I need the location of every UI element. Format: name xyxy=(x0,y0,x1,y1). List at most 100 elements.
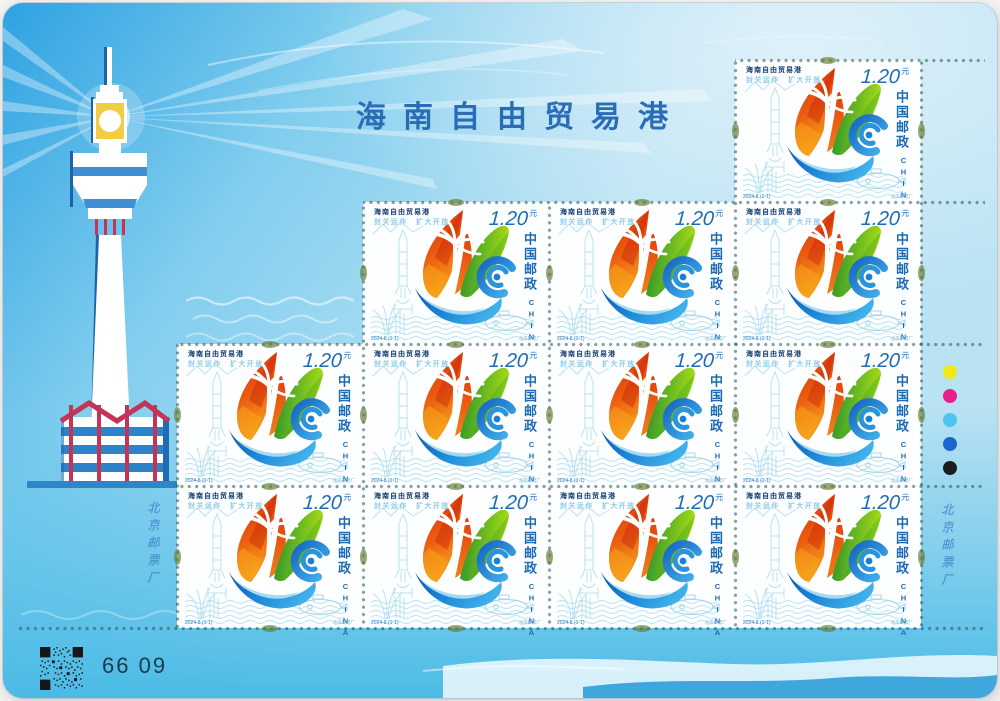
stamp-post-name-en: CHINA xyxy=(899,582,908,640)
stamp-region-label: 海南自由贸易港 xyxy=(746,207,802,217)
stamp-slogan: 封关运作 扩大开放 xyxy=(746,75,822,85)
denomination-value: 1.20 xyxy=(488,492,528,514)
denomination-value: 1.20 xyxy=(674,208,714,230)
stamp-denomination: 1.20元 xyxy=(488,350,538,373)
stamp-issue-number: 2024-8 (1-1) xyxy=(371,620,399,626)
color-dot xyxy=(943,413,957,427)
stamp-slogan: 封关运作 扩大开放 xyxy=(560,217,636,227)
stamp-slogan: 封关运作 扩大开放 xyxy=(374,359,450,369)
stamp-denomination: 1.20元 xyxy=(674,350,724,373)
stamp-printer-micro: 北京邮票厂 xyxy=(333,478,356,484)
denomination-value: 1.20 xyxy=(860,350,900,372)
color-dot xyxy=(943,437,957,451)
stamp-region-label: 海南自由贸易港 xyxy=(746,349,802,359)
rocket-icon xyxy=(208,514,226,598)
denomination-unit: 元 xyxy=(715,209,724,218)
stamp: 海南自由贸易港 封关运作 扩大开放 1.20元 中国邮政 CHINA 2024-… xyxy=(363,202,549,344)
stamp-post-name-cn: 中国邮政 xyxy=(334,374,353,434)
denomination-unit: 元 xyxy=(529,209,538,218)
denomination-unit: 元 xyxy=(901,67,910,76)
printer-script-left: 北京邮票厂 xyxy=(143,501,162,621)
stamp-slogan: 封关运作 扩大开放 xyxy=(560,501,636,511)
stamp-issue-number: 2024-8 (1-1) xyxy=(743,336,771,342)
denomination-value: 1.20 xyxy=(302,350,342,372)
stamp-printer-micro: 北京邮票厂 xyxy=(891,620,914,626)
stamp-printer-micro: 北京邮票厂 xyxy=(891,194,914,200)
stamp-printer-micro: 北京邮票厂 xyxy=(705,478,728,484)
stamp: 海南自由贸易港 封关运作 扩大开放 1.20元 中国邮政 CHINA 2024-… xyxy=(363,344,549,486)
stamp-denomination: 1.20元 xyxy=(674,492,724,515)
stamp-printer-micro: 北京邮票厂 xyxy=(705,336,728,342)
rocket-icon xyxy=(766,372,784,456)
denomination-value: 1.20 xyxy=(488,350,528,372)
stamp: 海南自由贸易港 封关运作 扩大开放 1.20元 中国邮政 CHINA 2024-… xyxy=(549,486,735,628)
stamp-post-name-en: CHINA xyxy=(341,582,350,640)
color-dot xyxy=(943,365,957,379)
stamp-issue-number: 2024-8 (1-1) xyxy=(557,336,585,342)
stamp-slogan: 封关运作 扩大开放 xyxy=(746,359,822,369)
stamp-slogan: 封关运作 扩大开放 xyxy=(746,217,822,227)
stamp-region-label: 海南自由贸易港 xyxy=(746,65,802,75)
stamp-region-label: 海南自由贸易港 xyxy=(560,207,616,217)
stamp-region-label: 海南自由贸易港 xyxy=(560,349,616,359)
stamp-slogan: 封关运作 扩大开放 xyxy=(188,359,264,369)
stamp-printer-micro: 北京邮票厂 xyxy=(333,620,356,626)
denomination-unit: 元 xyxy=(715,493,724,502)
stamp-post-name-en: CHINA xyxy=(713,582,722,640)
denomination-value: 1.20 xyxy=(488,208,528,230)
stamp-post-name-cn: 中国邮政 xyxy=(892,232,911,292)
rocket-icon xyxy=(394,230,412,314)
stamp-denomination: 1.20元 xyxy=(302,492,352,515)
stamp-denomination: 1.20元 xyxy=(488,492,538,515)
stamp-denomination: 1.20元 xyxy=(860,66,910,89)
stamp-denomination: 1.20元 xyxy=(860,350,910,373)
rocket-icon xyxy=(766,88,784,172)
denomination-unit: 元 xyxy=(901,209,910,218)
stamp-issue-number: 2024-8 (1-1) xyxy=(743,194,771,200)
denomination-unit: 元 xyxy=(529,493,538,502)
denomination-unit: 元 xyxy=(343,351,352,360)
color-dot xyxy=(943,461,957,475)
denomination-unit: 元 xyxy=(901,493,910,502)
stamp-issue-number: 2024-8 (1-1) xyxy=(557,478,585,484)
stamp-denomination: 1.20元 xyxy=(488,208,538,231)
stamp-post-name-cn: 中国邮政 xyxy=(706,516,725,576)
stamp-denomination: 1.20元 xyxy=(674,208,724,231)
rocket-icon xyxy=(766,514,784,598)
stamp: 海南自由贸易港 封关运作 扩大开放 1.20元 中国邮政 CHINA 2024-… xyxy=(363,486,549,628)
stamp: 海南自由贸易港 封关运作 扩大开放 1.20元 中国邮政 CHINA 2024-… xyxy=(735,60,921,202)
denomination-value: 1.20 xyxy=(302,492,342,514)
stamp-post-name-cn: 中国邮政 xyxy=(706,232,725,292)
color-calibration-bar xyxy=(943,365,957,475)
stamp-post-name-cn: 中国邮政 xyxy=(334,516,353,576)
denomination-unit: 元 xyxy=(715,351,724,360)
stamp-region-label: 海南自由贸易港 xyxy=(188,349,244,359)
stamp-printer-micro: 北京邮票厂 xyxy=(891,478,914,484)
stamp: 海南自由贸易港 封关运作 扩大开放 1.20元 中国邮政 CHINA 2024-… xyxy=(735,344,921,486)
stamp: 海南自由贸易港 封关运作 扩大开放 1.20元 中国邮政 CHINA 2024-… xyxy=(177,486,363,628)
stamp-issue-number: 2024-8 (1-1) xyxy=(185,478,213,484)
stamp: 海南自由贸易港 封关运作 扩大开放 1.20元 中国邮政 CHINA 2024-… xyxy=(177,344,363,486)
stamp-issue-number: 2024-8 (1-1) xyxy=(557,620,585,626)
stamp-post-name-cn: 中国邮政 xyxy=(706,374,725,434)
stamp: 海南自由贸易港 封关运作 扩大开放 1.20元 中国邮政 CHINA 2024-… xyxy=(549,202,735,344)
stamp-sheet: 海南自由贸易港 北京邮票厂 北京邮票厂 66 09 xyxy=(3,3,997,698)
qr-code-icon xyxy=(40,647,83,690)
stamp-post-name-en: CHINA xyxy=(527,582,536,640)
stamp-region-label: 海南自由贸易港 xyxy=(560,491,616,501)
stamp-issue-number: 2024-8 (1-1) xyxy=(371,478,399,484)
stamp-issue-number: 2024-8 (1-1) xyxy=(743,478,771,484)
stamp-slogan: 封关运作 扩大开放 xyxy=(374,501,450,511)
stamp-printer-micro: 北京邮票厂 xyxy=(891,336,914,342)
stamp-slogan: 封关运作 扩大开放 xyxy=(746,501,822,511)
printer-script-right: 北京邮票厂 xyxy=(937,503,956,623)
stamp-post-name-cn: 中国邮政 xyxy=(892,516,911,576)
sheet-code: 66 09 xyxy=(102,653,167,679)
rocket-icon xyxy=(766,230,784,314)
stamp: 海南自由贸易港 封关运作 扩大开放 1.20元 中国邮政 CHINA 2024-… xyxy=(735,486,921,628)
rocket-icon xyxy=(394,372,412,456)
stamp-post-name-cn: 中国邮政 xyxy=(520,516,539,576)
stamp-printer-micro: 北京邮票厂 xyxy=(705,620,728,626)
stamp-printer-micro: 北京邮票厂 xyxy=(519,620,542,626)
stamp-post-name-cn: 中国邮政 xyxy=(892,374,911,434)
